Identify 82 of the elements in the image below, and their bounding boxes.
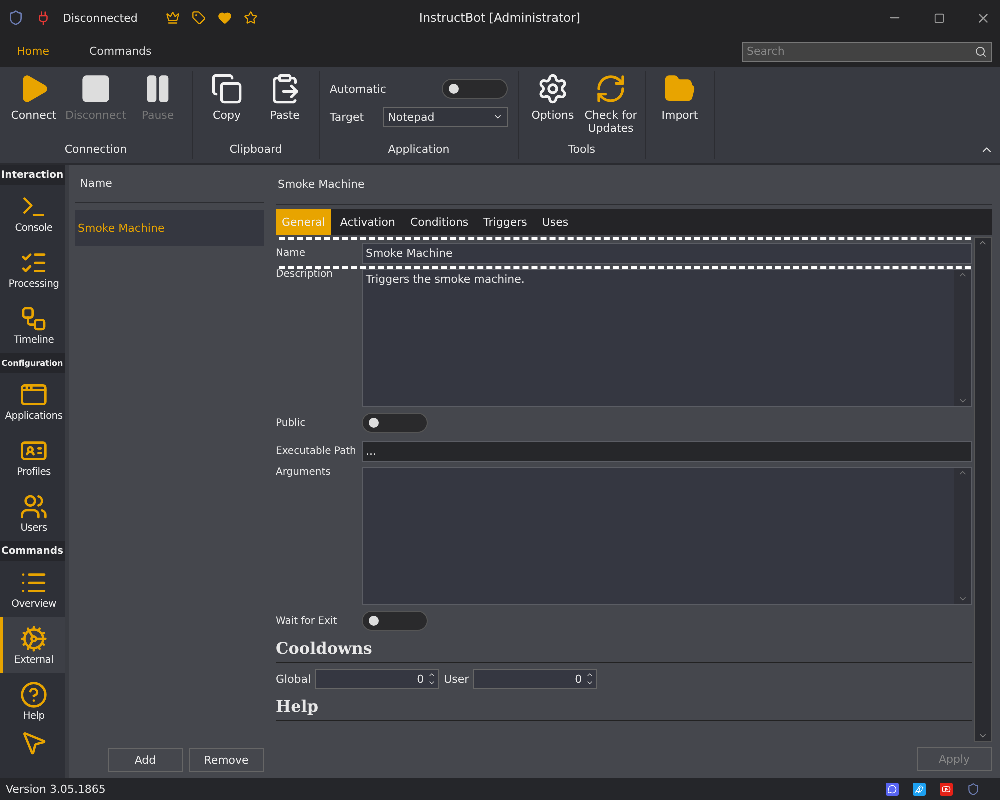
sidebar-heading: Commands: [0, 541, 65, 561]
column-header: Name: [75, 165, 264, 203]
settings-icon: [537, 73, 569, 105]
field-label: Public: [276, 418, 307, 428]
gear-icon: [20, 624, 48, 652]
crown-icon[interactable]: [166, 11, 180, 25]
scrollbar[interactable]: [974, 237, 992, 742]
name-field[interactable]: Smoke Machine: [362, 242, 972, 264]
ribbon-button[interactable]: Connect: [6, 71, 62, 143]
timeline-icon: [20, 304, 48, 332]
section-heading: Help: [276, 693, 972, 721]
section-heading: Cooldowns: [276, 635, 972, 663]
sidebar-item[interactable]: Console: [0, 185, 65, 241]
list-button[interactable]: Add: [108, 748, 183, 772]
star-icon[interactable]: [244, 11, 258, 25]
sidebar-heading: Configuration: [0, 353, 65, 373]
logo-icon[interactable]: [967, 782, 980, 796]
ribbon-button[interactable]: Copy: [199, 71, 255, 143]
group-label: Connection: [64, 143, 128, 158]
sidebar-item[interactable]: Help: [0, 673, 65, 729]
ribbon-button[interactable]: Options: [525, 71, 581, 143]
text-area-value: Triggers the smoke machine.: [365, 272, 526, 288]
users-icon: [20, 492, 48, 520]
path-field[interactable]: ...: [362, 440, 972, 462]
heart-icon[interactable]: [218, 11, 232, 25]
version-text: Version 3.05.1865: [6, 782, 106, 796]
search-icon[interactable]: [975, 46, 987, 58]
ribbon-button[interactable]: Import: [652, 71, 708, 159]
connection-status: Disconnected: [63, 12, 138, 24]
number-value: 0: [575, 672, 582, 686]
sidebar-item[interactable]: Processing: [0, 241, 65, 297]
copy-icon: [211, 73, 243, 105]
field-label: Arguments: [276, 467, 332, 478]
toggle-switch[interactable]: [362, 413, 428, 433]
list-button[interactable]: Remove: [189, 748, 264, 772]
target-dropdown[interactable]: Notepad: [383, 107, 508, 127]
toggle-switch[interactable]: [362, 611, 428, 631]
sidebar-item[interactable]: Applications: [0, 373, 65, 429]
refresh-icon: [595, 73, 627, 105]
tab[interactable]: Conditions: [404, 209, 475, 235]
menu-tab[interactable]: Home: [10, 41, 56, 62]
video-icon[interactable]: [940, 782, 953, 796]
select-label: Target: [330, 110, 364, 124]
maximize-icon: [934, 12, 944, 24]
sidebar-item[interactable]: Overview: [0, 561, 65, 617]
number-field[interactable]: 0: [473, 669, 598, 689]
menu-tab[interactable]: Commands: [82, 41, 159, 62]
list-item[interactable]: Smoke Machine: [75, 210, 264, 246]
detail-title: Smoke Machine: [276, 165, 992, 205]
group-label: Clipboard: [228, 143, 284, 158]
chat-icon[interactable]: [886, 782, 899, 796]
sidebar-item[interactable]: External: [0, 617, 65, 673]
text-area[interactable]: Triggers the smoke machine.: [362, 269, 972, 407]
field-label: Name: [276, 248, 307, 258]
group-label: Tools: [567, 143, 597, 158]
number-value: 0: [417, 672, 424, 686]
tab[interactable]: Triggers: [478, 209, 534, 235]
field-label: Global: [276, 672, 312, 686]
tab[interactable]: Uses: [536, 209, 575, 235]
stop-icon: [80, 73, 112, 105]
number-field[interactable]: 0: [315, 669, 440, 689]
sidebar-heading: Interaction: [0, 165, 65, 185]
bird-icon[interactable]: [913, 782, 926, 796]
tab[interactable]: Activation: [334, 209, 402, 235]
ribbon-button[interactable]: Check for Updates: [583, 71, 639, 143]
toggle-switch[interactable]: [442, 79, 508, 99]
sidebar-item[interactable]: Profiles: [0, 429, 65, 485]
field-label: Description: [276, 269, 334, 280]
ribbon-button[interactable]: Paste: [257, 71, 313, 143]
window-title: InstructBot [Administrator]: [419, 11, 581, 25]
sidebar-item[interactable]: Timeline: [0, 297, 65, 353]
group-label: Application: [387, 143, 451, 158]
field-label: User: [444, 672, 470, 686]
logo-icon: [8, 10, 24, 26]
search-field[interactable]: Search: [742, 42, 992, 62]
toggle-label: Automatic: [330, 82, 386, 96]
field-label: Executable Path: [276, 446, 358, 456]
help-icon: [20, 680, 48, 708]
field-label: Wait for Exit: [276, 616, 338, 626]
plug-icon: [36, 10, 51, 26]
sidebar-item[interactable]: Users: [0, 485, 65, 541]
tag-icon[interactable]: [192, 11, 206, 25]
